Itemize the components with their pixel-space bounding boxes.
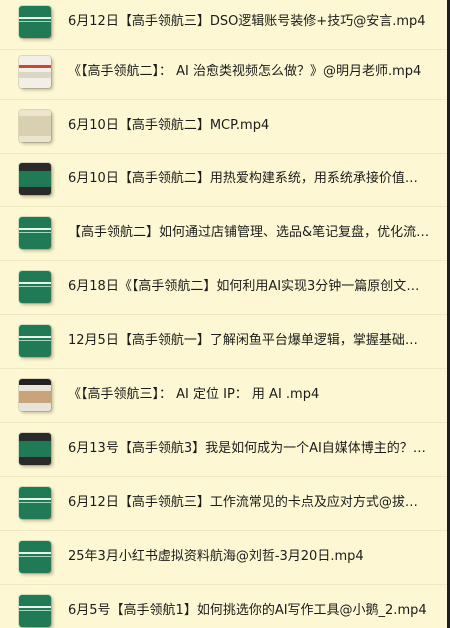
file-name: 《【高手领航三】： AI 定位 IP： 用 AI .mp4: [68, 387, 320, 402]
file-row[interactable]: 25年3月小红书虚拟资料航海@刘哲-3月20日.mp4: [0, 531, 450, 585]
file-row[interactable]: 6月12日【高手领航三】工作流常见的卡点及应对方式@拔刀刘....: [0, 477, 450, 531]
file-name: 12月5日【高手领航一】了解闲鱼平台爆单逻辑，掌握基础选品...: [68, 333, 430, 348]
file-row[interactable]: 6月10日【高手领航二】MCP.mp4: [0, 100, 450, 154]
video-file-list: 6月12日【高手领航三】DSO逻辑账号装修+技巧@安言.mp4 《【高手领航二】：…: [0, 0, 450, 628]
file-name: 6月5号【高手领航1】如何挑选你的AI写作工具@小鹅_2.mp4: [68, 603, 427, 618]
green-slide-thumbnail: [19, 541, 51, 573]
green-slide-thumbnail: [19, 595, 51, 627]
file-row[interactable]: 6月12日【高手领航三】DSO逻辑账号装修+技巧@安言.mp4: [0, 0, 450, 50]
green-slide-thumbnail: [19, 6, 51, 38]
file-row[interactable]: 6月5号【高手领航1】如何挑选你的AI写作工具@小鹅_2.mp4: [0, 585, 450, 628]
file-name: 6月18日《【高手领航二】如何利用AI实现3分钟一篇原创文章...: [68, 279, 430, 294]
file-name: 25年3月小红书虚拟资料航海@刘哲-3月20日.mp4: [68, 549, 364, 564]
file-name: 【高手领航二】如何通过店铺管理、选品&笔记复盘，优化流量...: [68, 225, 430, 240]
green-slide-thumbnail: [19, 487, 51, 519]
light-slide-thumbnail: [19, 56, 51, 88]
file-name: 6月12日【高手领航三】工作流常见的卡点及应对方式@拔刀刘....: [68, 495, 430, 510]
file-name: 6月13号【高手领航3】我是如何成为一个AI自媒体博主的？@...: [68, 441, 430, 456]
dark-slide-thumbnail: [19, 163, 51, 195]
file-name: 6月10日【高手领航二】用热爱构建系统，用系统承接价值的解...: [68, 171, 430, 186]
file-row[interactable]: 6月10日【高手领航二】用热爱构建系统，用系统承接价值的解...: [0, 153, 450, 207]
green-slide-thumbnail: [19, 271, 51, 303]
file-row[interactable]: 6月13号【高手领航3】我是如何成为一个AI自媒体博主的？@...: [0, 423, 450, 477]
dark-slide-thumbnail: [19, 433, 51, 465]
file-row[interactable]: 12月5日【高手领航一】了解闲鱼平台爆单逻辑，掌握基础选品...: [0, 315, 450, 369]
file-row[interactable]: 《【高手领航三】： AI 定位 IP： 用 AI .mp4: [0, 369, 450, 423]
file-name: 6月10日【高手领航二】MCP.mp4: [68, 118, 270, 133]
green-slide-thumbnail: [19, 217, 51, 249]
green-slide-thumbnail: [19, 325, 51, 357]
person-video-thumbnail: [19, 379, 51, 411]
file-row[interactable]: 6月18日《【高手领航二】如何利用AI实现3分钟一篇原创文章...: [0, 261, 450, 315]
file-row[interactable]: 《【高手领航二】： AI 治愈类视频怎么做？》@明月老师.mp4: [0, 46, 450, 100]
file-row[interactable]: 【高手领航二】如何通过店铺管理、选品&笔记复盘，优化流量...: [0, 207, 450, 261]
file-name: 《【高手领航二】： AI 治愈类视频怎么做？》@明月老师.mp4: [68, 64, 422, 79]
file-name: 6月12日【高手领航三】DSO逻辑账号装修+技巧@安言.mp4: [68, 14, 426, 29]
beige-slide-thumbnail: [19, 110, 51, 142]
